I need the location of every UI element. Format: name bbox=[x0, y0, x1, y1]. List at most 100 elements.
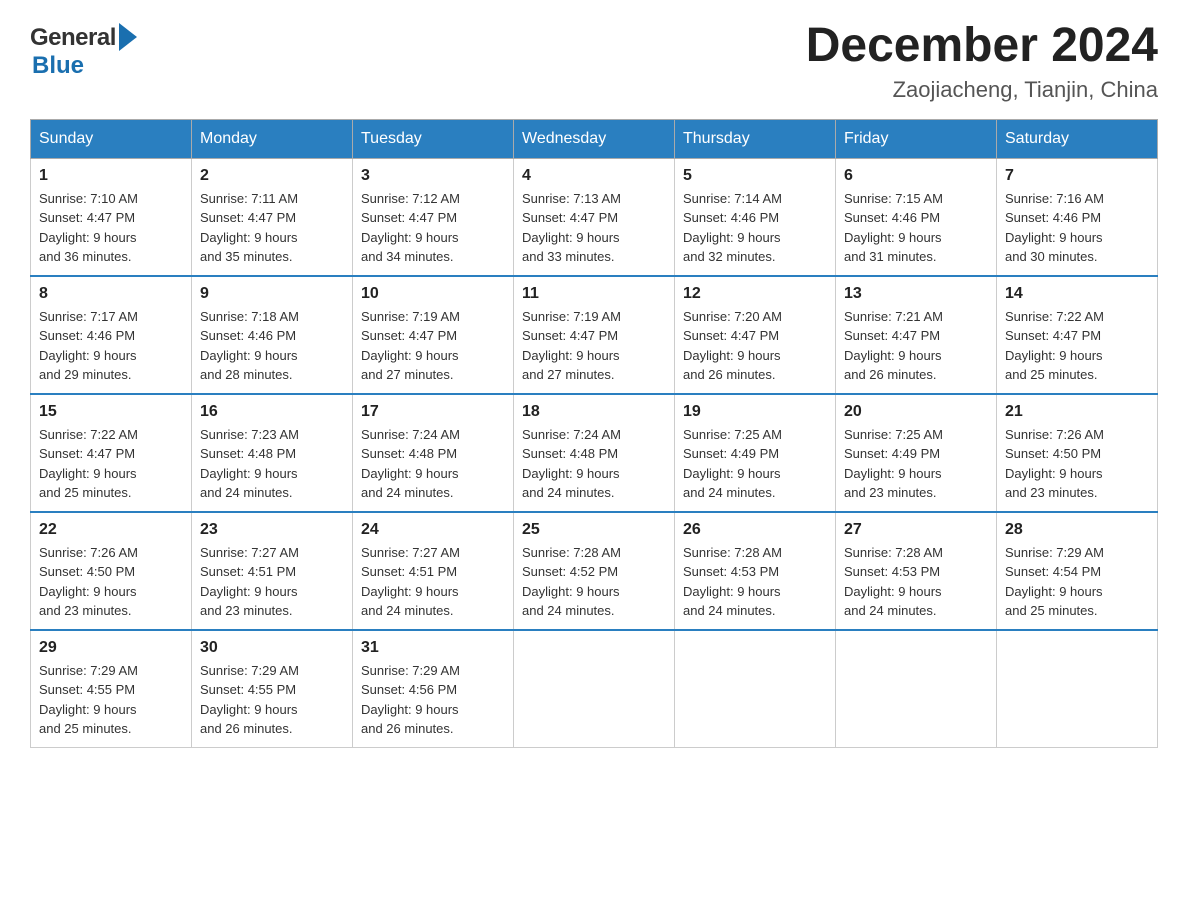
day-cell bbox=[997, 630, 1158, 748]
day-cell: 2Sunrise: 7:11 AMSunset: 4:47 PMDaylight… bbox=[192, 158, 353, 276]
day-info: Sunrise: 7:27 AMSunset: 4:51 PMDaylight:… bbox=[200, 543, 344, 621]
day-number: 31 bbox=[361, 639, 505, 657]
day-info: Sunrise: 7:27 AMSunset: 4:51 PMDaylight:… bbox=[361, 543, 505, 621]
day-cell: 17 Sunrise: 7:24 AMSunset: 4:48 PMDayligh… bbox=[353, 394, 514, 512]
day-cell: 15 Sunrise: 7:22 AMSunset: 4:47 PMDayligh… bbox=[31, 394, 192, 512]
day-info: Sunrise: 7:29 AMSunset: 4:55 PMDaylight:… bbox=[39, 661, 183, 739]
day-cell: 25 Sunrise: 7:28 AMSunset: 4:52 PMDayligh… bbox=[514, 512, 675, 630]
day-cell bbox=[675, 630, 836, 748]
day-cell: 5 Sunrise: 7:14 AMSunset: 4:46 PMDaylight… bbox=[675, 158, 836, 276]
day-number: 19 bbox=[683, 403, 827, 421]
day-cell: 20 Sunrise: 7:25 AMSunset: 4:49 PMDayligh… bbox=[836, 394, 997, 512]
calendar-table: SundayMondayTuesdayWednesdayThursdayFrid… bbox=[30, 119, 1158, 748]
day-number: 22 bbox=[39, 521, 183, 539]
day-number: 23 bbox=[200, 521, 344, 539]
day-number: 17 bbox=[361, 403, 505, 421]
day-number: 6 bbox=[844, 167, 988, 185]
day-cell: 21 Sunrise: 7:26 AMSunset: 4:50 PMDayligh… bbox=[997, 394, 1158, 512]
week-row-3: 15 Sunrise: 7:22 AMSunset: 4:47 PMDayligh… bbox=[31, 394, 1158, 512]
day-cell: 22 Sunrise: 7:26 AMSunset: 4:50 PMDayligh… bbox=[31, 512, 192, 630]
day-info: Sunrise: 7:14 AMSunset: 4:46 PMDaylight:… bbox=[683, 189, 827, 267]
day-info: Sunrise: 7:28 AMSunset: 4:52 PMDaylight:… bbox=[522, 543, 666, 621]
day-cell: 27 Sunrise: 7:28 AMSunset: 4:53 PMDayligh… bbox=[836, 512, 997, 630]
day-info: Sunrise: 7:12 AMSunset: 4:47 PMDaylight:… bbox=[361, 189, 505, 267]
day-cell bbox=[836, 630, 997, 748]
day-number: 12 bbox=[683, 285, 827, 303]
day-cell: 12Sunrise: 7:20 AMSunset: 4:47 PMDayligh… bbox=[675, 276, 836, 394]
day-number: 20 bbox=[844, 403, 988, 421]
header-tuesday: Tuesday bbox=[353, 119, 514, 158]
header-saturday: Saturday bbox=[997, 119, 1158, 158]
header-thursday: Thursday bbox=[675, 119, 836, 158]
day-cell: 14Sunrise: 7:22 AMSunset: 4:47 PMDayligh… bbox=[997, 276, 1158, 394]
day-number: 7 bbox=[1005, 167, 1149, 185]
day-cell: 10 Sunrise: 7:19 AMSunset: 4:47 PMDayligh… bbox=[353, 276, 514, 394]
day-info: Sunrise: 7:22 AMSunset: 4:47 PMDaylight:… bbox=[39, 425, 183, 503]
day-number: 15 bbox=[39, 403, 183, 421]
week-row-2: 8Sunrise: 7:17 AMSunset: 4:46 PMDaylight… bbox=[31, 276, 1158, 394]
day-info: Sunrise: 7:19 AMSunset: 4:47 PMDaylight:… bbox=[361, 307, 505, 385]
day-number: 21 bbox=[1005, 403, 1149, 421]
day-number: 24 bbox=[361, 521, 505, 539]
day-cell: 3Sunrise: 7:12 AMSunset: 4:47 PMDaylight… bbox=[353, 158, 514, 276]
day-number: 9 bbox=[200, 285, 344, 303]
day-info: Sunrise: 7:24 AMSunset: 4:48 PMDaylight:… bbox=[361, 425, 505, 503]
day-number: 10 bbox=[361, 285, 505, 303]
title-block: December 2024 Zaojiacheng, Tianjin, Chin… bbox=[806, 20, 1158, 103]
day-number: 29 bbox=[39, 639, 183, 657]
day-cell: 13 Sunrise: 7:21 AMSunset: 4:47 PMDayligh… bbox=[836, 276, 997, 394]
day-info: Sunrise: 7:19 AMSunset: 4:47 PMDaylight:… bbox=[522, 307, 666, 385]
day-cell: 23 Sunrise: 7:27 AMSunset: 4:51 PMDayligh… bbox=[192, 512, 353, 630]
day-info: Sunrise: 7:25 AMSunset: 4:49 PMDaylight:… bbox=[683, 425, 827, 503]
day-cell bbox=[514, 630, 675, 748]
day-number: 2 bbox=[200, 167, 344, 185]
day-cell: 11 Sunrise: 7:19 AMSunset: 4:47 PMDayligh… bbox=[514, 276, 675, 394]
day-cell: 4 Sunrise: 7:13 AMSunset: 4:47 PMDaylight… bbox=[514, 158, 675, 276]
logo-blue-text: Blue bbox=[32, 52, 84, 79]
day-number: 13 bbox=[844, 285, 988, 303]
day-number: 5 bbox=[683, 167, 827, 185]
page-header: General Blue December 2024 Zaojiacheng, … bbox=[30, 20, 1158, 103]
logo-general-text: General bbox=[30, 24, 116, 52]
day-number: 26 bbox=[683, 521, 827, 539]
day-cell: 19 Sunrise: 7:25 AMSunset: 4:49 PMDayligh… bbox=[675, 394, 836, 512]
day-info: Sunrise: 7:10 AMSunset: 4:47 PMDaylight:… bbox=[39, 189, 183, 267]
day-number: 1 bbox=[39, 167, 183, 185]
day-cell: 24 Sunrise: 7:27 AMSunset: 4:51 PMDayligh… bbox=[353, 512, 514, 630]
day-cell: 9Sunrise: 7:18 AMSunset: 4:46 PMDaylight… bbox=[192, 276, 353, 394]
week-row-5: 29 Sunrise: 7:29 AMSunset: 4:55 PMDayligh… bbox=[31, 630, 1158, 748]
day-cell: 18Sunrise: 7:24 AMSunset: 4:48 PMDayligh… bbox=[514, 394, 675, 512]
day-number: 25 bbox=[522, 521, 666, 539]
day-info: Sunrise: 7:26 AMSunset: 4:50 PMDaylight:… bbox=[1005, 425, 1149, 503]
day-number: 27 bbox=[844, 521, 988, 539]
header-sunday: Sunday bbox=[31, 119, 192, 158]
day-info: Sunrise: 7:28 AMSunset: 4:53 PMDaylight:… bbox=[683, 543, 827, 621]
header-wednesday: Wednesday bbox=[514, 119, 675, 158]
day-cell: 28 Sunrise: 7:29 AMSunset: 4:54 PMDayligh… bbox=[997, 512, 1158, 630]
header-row: SundayMondayTuesdayWednesdayThursdayFrid… bbox=[31, 119, 1158, 158]
day-number: 4 bbox=[522, 167, 666, 185]
logo: General Blue bbox=[30, 20, 137, 80]
day-cell: 1 Sunrise: 7:10 AMSunset: 4:47 PMDaylight… bbox=[31, 158, 192, 276]
day-info: Sunrise: 7:28 AMSunset: 4:53 PMDaylight:… bbox=[844, 543, 988, 621]
day-info: Sunrise: 7:26 AMSunset: 4:50 PMDaylight:… bbox=[39, 543, 183, 621]
calendar-title: December 2024 bbox=[806, 20, 1158, 73]
day-number: 14 bbox=[1005, 285, 1149, 303]
day-number: 11 bbox=[522, 285, 666, 303]
day-info: Sunrise: 7:24 AMSunset: 4:48 PMDaylight:… bbox=[522, 425, 666, 503]
day-info: Sunrise: 7:29 AMSunset: 4:56 PMDaylight:… bbox=[361, 661, 505, 739]
day-cell: 26 Sunrise: 7:28 AMSunset: 4:53 PMDayligh… bbox=[675, 512, 836, 630]
week-row-1: 1 Sunrise: 7:10 AMSunset: 4:47 PMDaylight… bbox=[31, 158, 1158, 276]
day-info: Sunrise: 7:13 AMSunset: 4:47 PMDaylight:… bbox=[522, 189, 666, 267]
day-number: 8 bbox=[39, 285, 183, 303]
day-info: Sunrise: 7:29 AMSunset: 4:54 PMDaylight:… bbox=[1005, 543, 1149, 621]
day-info: Sunrise: 7:21 AMSunset: 4:47 PMDaylight:… bbox=[844, 307, 988, 385]
day-cell: 16Sunrise: 7:23 AMSunset: 4:48 PMDayligh… bbox=[192, 394, 353, 512]
day-info: Sunrise: 7:16 AMSunset: 4:46 PMDaylight:… bbox=[1005, 189, 1149, 267]
day-info: Sunrise: 7:29 AMSunset: 4:55 PMDaylight:… bbox=[200, 661, 344, 739]
day-number: 28 bbox=[1005, 521, 1149, 539]
calendar-subtitle: Zaojiacheng, Tianjin, China bbox=[806, 77, 1158, 103]
day-cell: 7 Sunrise: 7:16 AMSunset: 4:46 PMDaylight… bbox=[997, 158, 1158, 276]
day-cell: 8Sunrise: 7:17 AMSunset: 4:46 PMDaylight… bbox=[31, 276, 192, 394]
day-info: Sunrise: 7:25 AMSunset: 4:49 PMDaylight:… bbox=[844, 425, 988, 503]
